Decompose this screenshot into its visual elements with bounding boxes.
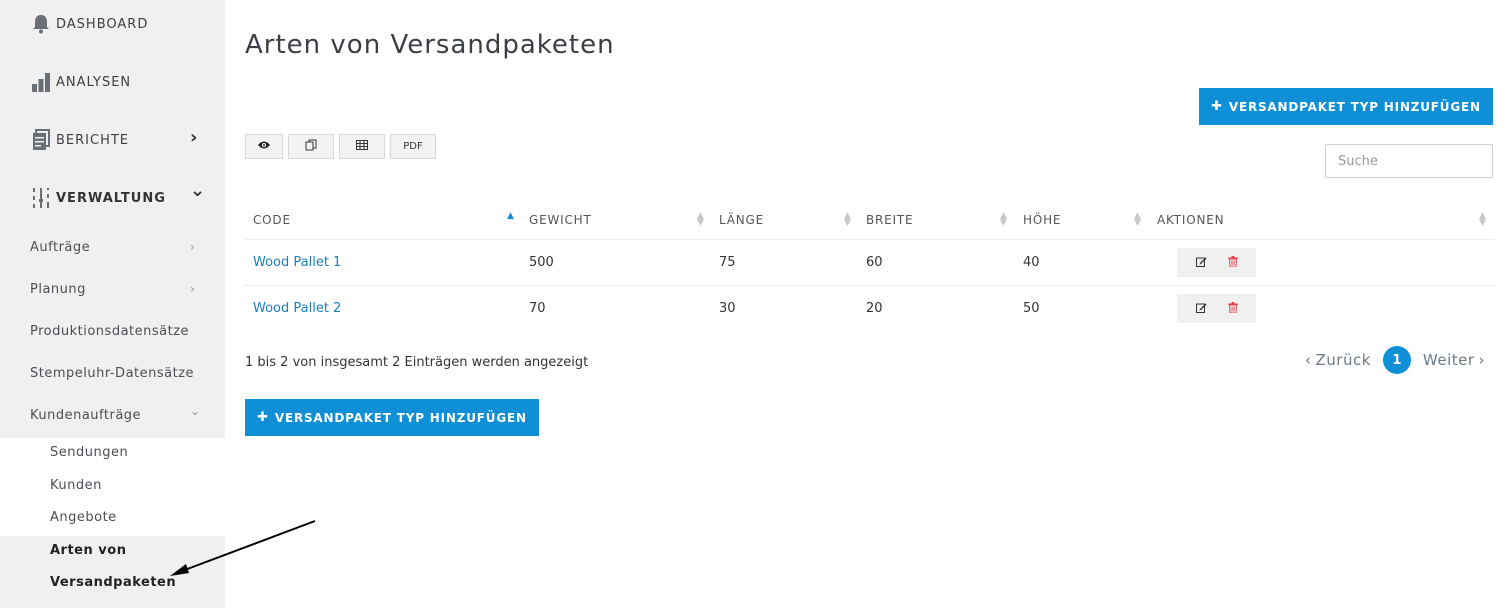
row-1-hoehe: 40	[1023, 255, 1040, 270]
search-input[interactable]	[1325, 144, 1493, 178]
pagination: ‹ Zurück 1 Weiter ›	[1305, 346, 1485, 374]
nav-analysen-label: ANALYSEN	[56, 74, 132, 90]
add-button-label: VERSANDPAKET TYP HINZUFÜGEN	[1228, 99, 1481, 114]
trash-icon[interactable]	[1227, 301, 1238, 316]
row-2-laenge: 30	[719, 301, 736, 316]
column-header-aktionen: AKTIONEN	[1157, 213, 1225, 227]
chevron-right-icon: ›	[1478, 351, 1486, 369]
column-header-gewicht[interactable]: GEWICHT	[529, 213, 592, 227]
pagination-next[interactable]: Weiter ›	[1423, 351, 1485, 369]
nav-berichte[interactable]: BERICHTE ›	[30, 127, 205, 152]
column-header-code[interactable]: CODE	[253, 213, 291, 227]
chevron-left-icon: ‹	[1305, 351, 1312, 369]
nav-dashboard-label: DASHBOARD	[56, 16, 149, 32]
row-2-hoehe: 50	[1023, 301, 1040, 316]
sidebar-item-angebote[interactable]: Angebote	[50, 510, 117, 525]
pagination-prev[interactable]: ‹ Zurück	[1305, 351, 1371, 369]
table-info-text: 1 bis 2 von insgesamt 2 Einträgen werden…	[245, 355, 589, 370]
pagination-page-1[interactable]: 1	[1382, 346, 1411, 374]
sidebar-item-kundenauftraege[interactable]: Kundenaufträge	[30, 408, 141, 423]
sidebar-item-label: Kundenaufträge	[30, 408, 142, 423]
eye-icon	[257, 140, 271, 153]
edit-icon[interactable]	[1195, 256, 1207, 270]
column-header-laenge[interactable]: LÄNGE	[719, 213, 764, 227]
sort-icon[interactable]: ▲ ▼	[844, 212, 851, 228]
sidebar-item-label: Angebote	[50, 510, 117, 525]
copy-button[interactable]	[288, 134, 334, 159]
row-1-breite: 60	[866, 255, 883, 270]
row-2-code-link[interactable]: Wood Pallet 2	[253, 301, 341, 316]
sidebar-item-auftraege[interactable]: Aufträge	[30, 240, 90, 255]
chevron-right-icon: ›	[190, 282, 195, 296]
nav-berichte-label: BERICHTE	[56, 132, 130, 148]
document-icon	[30, 129, 52, 151]
column-header-hoehe[interactable]: HÖHE	[1023, 213, 1061, 227]
plus-icon: ✚	[257, 410, 269, 425]
add-package-type-button-bottom[interactable]: ✚ VERSANDPAKET TYP HINZUFÜGEN	[245, 399, 539, 436]
sidebar-item-label: Kunden	[50, 478, 102, 493]
copy-icon	[305, 139, 317, 154]
sidebar-item-label: Aufträge	[30, 240, 91, 255]
edit-icon[interactable]	[1195, 302, 1207, 316]
row-2-actions	[1177, 294, 1256, 323]
table-divider	[245, 239, 1495, 240]
row-1-code-link[interactable]: Wood Pallet 1	[253, 255, 341, 270]
sidebar-item-label: Stempeluhr-Datensätze	[30, 366, 195, 381]
bell-icon	[30, 13, 52, 35]
export-pdf-button[interactable]: PDF	[390, 134, 436, 159]
sidebar-item-label-line1: Arten von	[50, 543, 127, 558]
bar-chart-icon	[30, 71, 52, 93]
sidebar-item-kunden[interactable]: Kunden	[50, 478, 102, 493]
sliders-icon	[30, 187, 52, 209]
sort-asc-icon[interactable]: ▲	[507, 212, 514, 221]
nav-dashboard[interactable]: DASHBOARD	[30, 12, 148, 36]
row-1-gewicht: 500	[529, 255, 554, 270]
add-button-label: VERSANDPAKET TYP HINZUFÜGEN	[274, 410, 527, 425]
page-title: Arten von Versandpaketen	[245, 30, 615, 60]
export-excel-button[interactable]	[339, 134, 385, 159]
chevron-right-icon: ›	[190, 127, 198, 148]
sort-icon[interactable]: ▲ ▼	[697, 212, 704, 228]
nav-verwaltung-label: VERWALTUNG	[56, 190, 166, 206]
plus-icon: ✚	[1211, 99, 1223, 114]
sort-icon[interactable]: ▲ ▼	[1479, 212, 1486, 228]
column-visibility-button[interactable]	[245, 134, 283, 159]
sidebar-item-label: Planung	[30, 282, 86, 297]
sort-icon[interactable]: ▲ ▼	[1000, 212, 1007, 228]
trash-icon[interactable]	[1227, 255, 1238, 270]
sidebar-item-sendungen[interactable]: Sendungen	[50, 445, 128, 460]
pagination-prev-label: Zurück	[1315, 351, 1371, 369]
chevron-down-icon: ⌄	[190, 180, 206, 201]
table-divider	[245, 285, 1495, 286]
pdf-label: PDF	[403, 141, 423, 152]
table-icon	[356, 140, 368, 153]
row-2-breite: 20	[866, 301, 883, 316]
row-2-gewicht: 70	[529, 301, 546, 316]
annotation-arrow	[170, 520, 316, 576]
chevron-down-icon: ⌄	[190, 404, 201, 418]
nav-analysen[interactable]: ANALYSEN	[30, 70, 131, 94]
add-package-type-button-top[interactable]: ✚ VERSANDPAKET TYP HINZUFÜGEN	[1199, 88, 1493, 125]
row-1-laenge: 75	[719, 255, 736, 270]
sidebar-item-label: Sendungen	[50, 445, 129, 460]
chevron-right-icon: ›	[190, 240, 195, 254]
sidebar-item-label: Produktionsdatensätze	[30, 324, 190, 339]
pagination-next-label: Weiter	[1422, 351, 1475, 369]
sidebar-item-stempeluhr[interactable]: Stempeluhr-Datensätze	[30, 366, 194, 381]
sidebar-item-label-line2: Versandpaketen	[50, 575, 177, 590]
sidebar-item-produktionsdatensaetze[interactable]: Produktionsdatensätze	[30, 324, 189, 339]
sidebar-item-arten-von-versandpaketen[interactable]: Arten von Versandpaketen	[50, 543, 176, 591]
row-1-actions	[1177, 248, 1256, 277]
sidebar-item-planung[interactable]: Planung	[30, 282, 86, 297]
column-header-breite[interactable]: BREITE	[866, 213, 913, 227]
sort-icon[interactable]: ▲ ▼	[1134, 212, 1141, 228]
nav-verwaltung[interactable]: VERWALTUNG ⌄	[30, 180, 205, 210]
